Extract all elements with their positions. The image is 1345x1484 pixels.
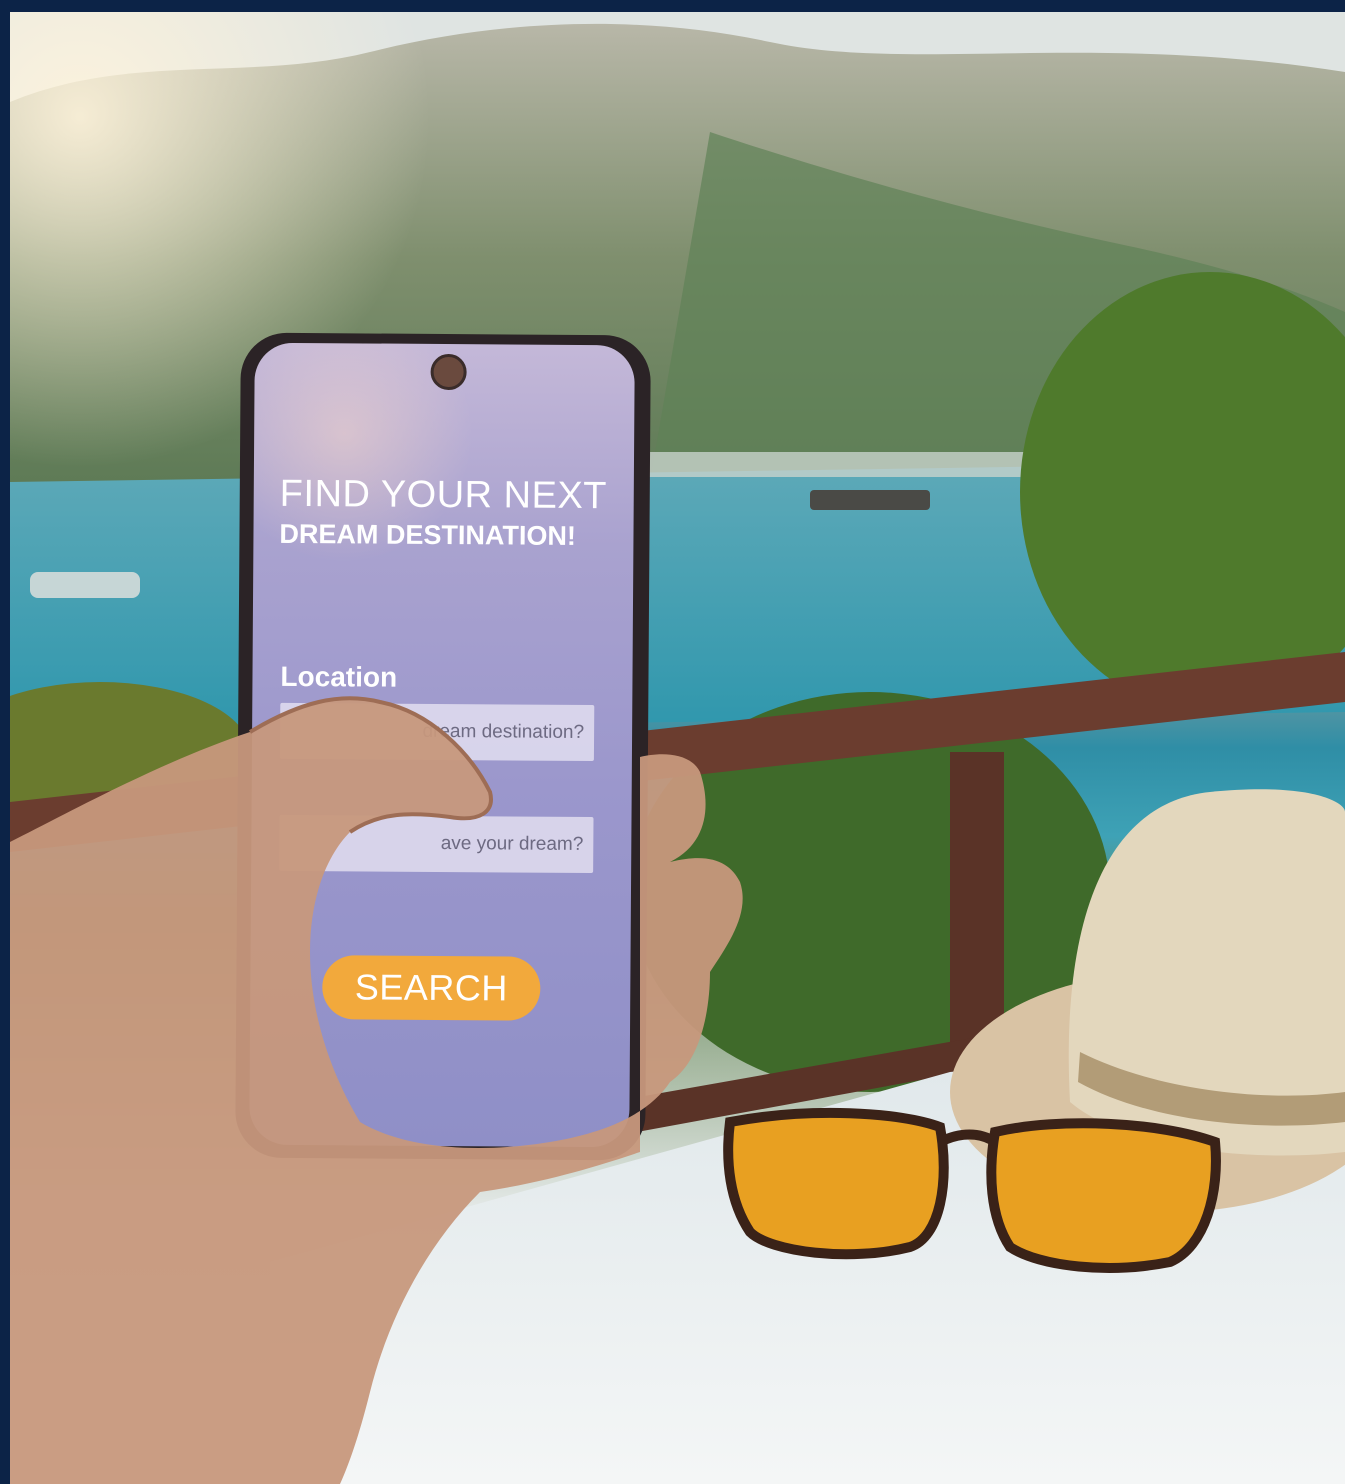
- frame-border: FIND YOUR NEXT DREAM DESTINATION! Locati…: [0, 0, 1345, 1484]
- photo-scene: FIND YOUR NEXT DREAM DESTINATION! Locati…: [10, 12, 1345, 1484]
- hand: [10, 696, 743, 1484]
